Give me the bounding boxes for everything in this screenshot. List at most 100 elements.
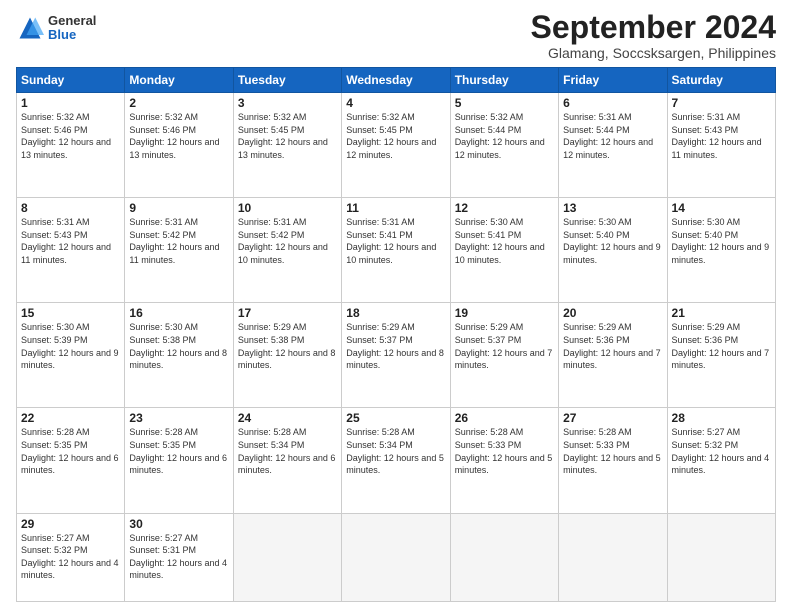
table-row: 13 Sunrise: 5:30 AMSunset: 5:40 PMDaylig… (559, 198, 667, 303)
table-row: 3 Sunrise: 5:32 AMSunset: 5:45 PMDayligh… (233, 93, 341, 198)
logo: General Blue (16, 14, 96, 43)
table-row: 2 Sunrise: 5:32 AMSunset: 5:46 PMDayligh… (125, 93, 233, 198)
day-info: Sunrise: 5:31 AMSunset: 5:41 PMDaylight:… (346, 217, 436, 265)
header-saturday: Saturday (667, 68, 775, 93)
location: Glamang, Soccsksargen, Philippines (531, 45, 776, 61)
day-info: Sunrise: 5:32 AMSunset: 5:44 PMDaylight:… (455, 112, 545, 160)
table-row: 8 Sunrise: 5:31 AMSunset: 5:43 PMDayligh… (17, 198, 125, 303)
table-row: 4 Sunrise: 5:32 AMSunset: 5:45 PMDayligh… (342, 93, 450, 198)
table-row: 23 Sunrise: 5:28 AMSunset: 5:35 PMDaylig… (125, 408, 233, 513)
table-row: 17 Sunrise: 5:29 AMSunset: 5:38 PMDaylig… (233, 303, 341, 408)
day-number: 4 (346, 96, 445, 110)
table-row: 30 Sunrise: 5:27 AMSunset: 5:31 PMDaylig… (125, 513, 233, 602)
table-row: 29 Sunrise: 5:27 AMSunset: 5:32 PMDaylig… (17, 513, 125, 602)
day-number: 24 (238, 411, 337, 425)
table-row: 28 Sunrise: 5:27 AMSunset: 5:32 PMDaylig… (667, 408, 775, 513)
day-info: Sunrise: 5:31 AMSunset: 5:42 PMDaylight:… (238, 217, 328, 265)
day-info: Sunrise: 5:32 AMSunset: 5:45 PMDaylight:… (346, 112, 436, 160)
day-number: 12 (455, 201, 554, 215)
day-info: Sunrise: 5:30 AMSunset: 5:39 PMDaylight:… (21, 322, 119, 370)
table-row (342, 513, 450, 602)
day-info: Sunrise: 5:28 AMSunset: 5:34 PMDaylight:… (238, 427, 336, 475)
day-number: 7 (672, 96, 771, 110)
day-number: 16 (129, 306, 228, 320)
table-row: 9 Sunrise: 5:31 AMSunset: 5:42 PMDayligh… (125, 198, 233, 303)
day-number: 3 (238, 96, 337, 110)
day-number: 23 (129, 411, 228, 425)
calendar: Sunday Monday Tuesday Wednesday Thursday… (16, 67, 776, 602)
header-tuesday: Tuesday (233, 68, 341, 93)
table-row: 15 Sunrise: 5:30 AMSunset: 5:39 PMDaylig… (17, 303, 125, 408)
day-number: 25 (346, 411, 445, 425)
table-row: 22 Sunrise: 5:28 AMSunset: 5:35 PMDaylig… (17, 408, 125, 513)
table-row: 20 Sunrise: 5:29 AMSunset: 5:36 PMDaylig… (559, 303, 667, 408)
header-thursday: Thursday (450, 68, 558, 93)
day-number: 8 (21, 201, 120, 215)
day-number: 17 (238, 306, 337, 320)
table-row: 10 Sunrise: 5:31 AMSunset: 5:42 PMDaylig… (233, 198, 341, 303)
day-info: Sunrise: 5:28 AMSunset: 5:35 PMDaylight:… (129, 427, 227, 475)
table-row: 21 Sunrise: 5:29 AMSunset: 5:36 PMDaylig… (667, 303, 775, 408)
header-sunday: Sunday (17, 68, 125, 93)
day-number: 15 (21, 306, 120, 320)
day-number: 29 (21, 517, 120, 531)
day-info: Sunrise: 5:27 AMSunset: 5:32 PMDaylight:… (21, 533, 119, 581)
day-number: 14 (672, 201, 771, 215)
day-number: 30 (129, 517, 228, 531)
header-monday: Monday (125, 68, 233, 93)
calendar-header-row: Sunday Monday Tuesday Wednesday Thursday… (17, 68, 776, 93)
table-row: 6 Sunrise: 5:31 AMSunset: 5:44 PMDayligh… (559, 93, 667, 198)
header-wednesday: Wednesday (342, 68, 450, 93)
day-number: 20 (563, 306, 662, 320)
day-info: Sunrise: 5:32 AMSunset: 5:46 PMDaylight:… (21, 112, 111, 160)
day-info: Sunrise: 5:31 AMSunset: 5:42 PMDaylight:… (129, 217, 219, 265)
table-row (450, 513, 558, 602)
day-number: 2 (129, 96, 228, 110)
day-number: 13 (563, 201, 662, 215)
logo-icon (16, 14, 44, 42)
day-info: Sunrise: 5:28 AMSunset: 5:34 PMDaylight:… (346, 427, 444, 475)
header: General Blue September 2024 Glamang, Soc… (16, 10, 776, 61)
table-row: 1 Sunrise: 5:32 AMSunset: 5:46 PMDayligh… (17, 93, 125, 198)
day-info: Sunrise: 5:28 AMSunset: 5:33 PMDaylight:… (455, 427, 553, 475)
day-info: Sunrise: 5:30 AMSunset: 5:40 PMDaylight:… (672, 217, 770, 265)
day-number: 10 (238, 201, 337, 215)
day-number: 18 (346, 306, 445, 320)
day-info: Sunrise: 5:31 AMSunset: 5:43 PMDaylight:… (672, 112, 762, 160)
table-row: 14 Sunrise: 5:30 AMSunset: 5:40 PMDaylig… (667, 198, 775, 303)
table-row: 16 Sunrise: 5:30 AMSunset: 5:38 PMDaylig… (125, 303, 233, 408)
table-row: 27 Sunrise: 5:28 AMSunset: 5:33 PMDaylig… (559, 408, 667, 513)
table-row: 12 Sunrise: 5:30 AMSunset: 5:41 PMDaylig… (450, 198, 558, 303)
day-info: Sunrise: 5:29 AMSunset: 5:37 PMDaylight:… (346, 322, 444, 370)
day-number: 11 (346, 201, 445, 215)
day-info: Sunrise: 5:31 AMSunset: 5:43 PMDaylight:… (21, 217, 111, 265)
table-row: 11 Sunrise: 5:31 AMSunset: 5:41 PMDaylig… (342, 198, 450, 303)
day-number: 22 (21, 411, 120, 425)
day-number: 5 (455, 96, 554, 110)
day-number: 19 (455, 306, 554, 320)
month-title: September 2024 (531, 10, 776, 45)
table-row (559, 513, 667, 602)
table-row: 5 Sunrise: 5:32 AMSunset: 5:44 PMDayligh… (450, 93, 558, 198)
day-info: Sunrise: 5:29 AMSunset: 5:38 PMDaylight:… (238, 322, 336, 370)
day-number: 6 (563, 96, 662, 110)
logo-blue-text: Blue (48, 28, 96, 42)
day-info: Sunrise: 5:29 AMSunset: 5:36 PMDaylight:… (672, 322, 770, 370)
day-number: 26 (455, 411, 554, 425)
day-info: Sunrise: 5:29 AMSunset: 5:36 PMDaylight:… (563, 322, 661, 370)
table-row: 19 Sunrise: 5:29 AMSunset: 5:37 PMDaylig… (450, 303, 558, 408)
table-row: 25 Sunrise: 5:28 AMSunset: 5:34 PMDaylig… (342, 408, 450, 513)
table-row (667, 513, 775, 602)
day-info: Sunrise: 5:28 AMSunset: 5:35 PMDaylight:… (21, 427, 119, 475)
day-info: Sunrise: 5:32 AMSunset: 5:46 PMDaylight:… (129, 112, 219, 160)
day-info: Sunrise: 5:28 AMSunset: 5:33 PMDaylight:… (563, 427, 661, 475)
table-row: 7 Sunrise: 5:31 AMSunset: 5:43 PMDayligh… (667, 93, 775, 198)
table-row (233, 513, 341, 602)
day-info: Sunrise: 5:29 AMSunset: 5:37 PMDaylight:… (455, 322, 553, 370)
day-number: 27 (563, 411, 662, 425)
day-number: 1 (21, 96, 120, 110)
day-number: 28 (672, 411, 771, 425)
day-info: Sunrise: 5:32 AMSunset: 5:45 PMDaylight:… (238, 112, 328, 160)
title-block: September 2024 Glamang, Soccsksargen, Ph… (531, 10, 776, 61)
day-number: 21 (672, 306, 771, 320)
